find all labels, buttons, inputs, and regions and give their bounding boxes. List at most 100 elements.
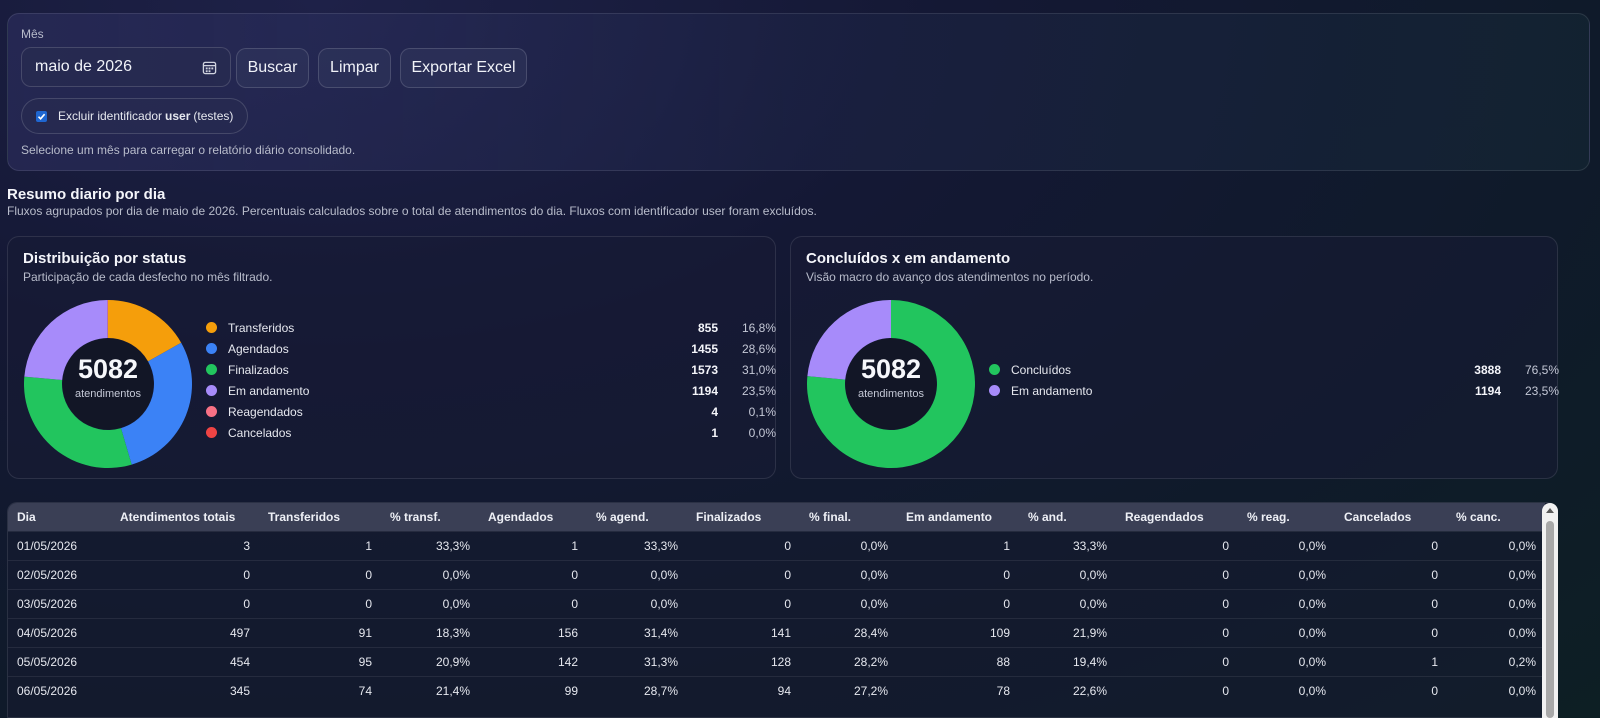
status-card-title: Distribuição por status (23, 250, 187, 267)
table-body: 01/05/2026 3 1 33,3% 1 33,3% 0 0,0% 1 33,3% 0 0,0% 0… (8, 531, 1545, 705)
month-input[interactable]: maio de 2026 (21, 47, 231, 87)
table-cell: 0,0% (1298, 654, 1326, 669)
table-cell: 21,9% (1072, 625, 1107, 640)
scroll-up-icon[interactable] (1546, 508, 1554, 513)
legend-percent: 76,5% (1524, 362, 1559, 377)
legend-dot-icon (206, 427, 217, 438)
table-row: 02/05/2026 0 0 0,0% 0 0,0% 0 0,0% 0 0,0% 0 0,0% 0 0,0… (8, 560, 1545, 589)
column-header[interactable]: Em andamento (897, 503, 1019, 531)
column-header[interactable]: Agendados (479, 503, 587, 531)
clear-button[interactable]: Limpar (318, 48, 391, 88)
legend-item: Transferidos 855 16,8% (206, 317, 776, 338)
daily-table-container: Dia Atendimentos totais Transferidos% tran… (7, 502, 1557, 718)
column-header[interactable]: % reag. (1238, 503, 1335, 531)
table-cell: 0,0% (1508, 567, 1536, 582)
legend-dot-icon (206, 364, 217, 375)
table-cell: 33,3% (1072, 538, 1107, 553)
table-row: 04/05/2026 497 91 18,3% 156 31,4% 141 28,4% 109 2… (8, 618, 1545, 647)
table-cell: 0,0% (1508, 683, 1536, 698)
status-distribution-card: Distribuição por status Participação de … (7, 236, 776, 479)
table-cell: 0,0% (650, 567, 678, 582)
table-cell: 31,4% (643, 625, 678, 640)
status-total: 5082 (77, 354, 139, 384)
table-cell: 95 (358, 654, 372, 669)
table-cell: 0 (1222, 538, 1229, 553)
exclude-user-toggle[interactable]: Excluir identificador user (testes) (21, 98, 248, 134)
export-excel-button[interactable]: Exportar Excel (400, 48, 527, 88)
table-cell: 0 (1003, 567, 1010, 582)
legend-dot-icon (206, 322, 217, 333)
table-cell: 0 (243, 567, 250, 582)
table-cell: 74 (358, 683, 372, 698)
check-icon (37, 113, 46, 120)
legend-percent: 23,5% (741, 383, 776, 398)
table-cell: 0 (784, 596, 791, 611)
progress-card-subtitle: Visão macro do avanço dos atendimentos n… (806, 270, 1094, 284)
table-cell: 142 (557, 654, 578, 669)
table-cell: 0 (365, 567, 372, 582)
column-header[interactable]: Cancelados (1335, 503, 1447, 531)
table-row: 05/05/2026 454 95 20,9% 142 31,3% 128 28,2% 88 19… (8, 647, 1545, 676)
progress-card-title: Concluídos x em andamento (806, 250, 1011, 267)
month-label: Mês (21, 27, 44, 41)
section-title: Resumo diario por dia (7, 186, 166, 203)
column-header[interactable]: % agend. (587, 503, 687, 531)
table-cell: 94 (777, 683, 791, 698)
table-cell: 21,4% (435, 683, 470, 698)
table-cell: 128 (770, 654, 791, 669)
exclude-user-bold: user (165, 109, 191, 123)
column-header[interactable]: Reagendados (1116, 503, 1238, 531)
table-cell: 497 (229, 625, 250, 640)
legend-item: Em andamento 1194 23,5% (989, 380, 1559, 401)
search-button[interactable]: Buscar (236, 48, 309, 88)
table-cell: 156 (557, 625, 578, 640)
column-header[interactable]: Finalizados (687, 503, 800, 531)
table-cell: 1 (1431, 654, 1438, 669)
scrollbar-thumb[interactable] (1546, 521, 1554, 718)
legend-count: 1455 (691, 341, 718, 356)
column-header[interactable]: Atendimentos totais (111, 503, 259, 531)
table-cell: 0,0% (1298, 538, 1326, 553)
column-header[interactable]: % transf. (381, 503, 479, 531)
table-cell: 0,0% (650, 596, 678, 611)
table-scrollbar[interactable] (1542, 503, 1558, 718)
table-cell: 0 (1431, 538, 1438, 553)
table-cell: 0,0% (860, 538, 888, 553)
table-cell: 0 (571, 596, 578, 611)
legend-dot-icon (206, 343, 217, 354)
table-cell: 0 (1222, 683, 1229, 698)
table-cell: 0 (1431, 683, 1438, 698)
table-cell: 0 (571, 567, 578, 582)
legend-percent: 16,8% (741, 320, 776, 335)
table-cell: 0 (1222, 654, 1229, 669)
table-cell: 99 (564, 683, 578, 698)
table-cell: 0,0% (1298, 596, 1326, 611)
legend-item: Em andamento 1194 23,5% (206, 380, 776, 401)
legend-count: 1 (711, 425, 718, 440)
column-header[interactable]: % and. (1019, 503, 1116, 531)
legend-count: 1573 (691, 362, 718, 377)
table-cell: 0 (243, 596, 250, 611)
table-cell: 33,3% (435, 538, 470, 553)
legend-item: Finalizados 1573 31,0% (206, 359, 776, 380)
filter-hint: Selecione um mês para carregar o relatór… (21, 143, 356, 157)
legend-name: Em andamento (228, 383, 310, 398)
legend-item: Reagendados 4 0,1% (206, 401, 776, 422)
table-cell: 141 (770, 625, 791, 640)
table-cell: 05/05/2026 (17, 654, 78, 669)
calendar-icon[interactable] (202, 60, 217, 75)
table-cell: 1 (365, 538, 372, 553)
table-cell: 0,0% (1508, 596, 1536, 611)
legend-count: 1194 (1474, 383, 1501, 398)
table-row: 06/05/2026 345 74 21,4% 99 28,7% 94 27,2% 78 22,6… (8, 676, 1545, 705)
column-header[interactable]: Dia (8, 503, 111, 531)
legend-dot-icon (206, 385, 217, 396)
exclude-user-checkbox[interactable] (36, 110, 47, 122)
legend-percent: 28,6% (741, 341, 776, 356)
legend-name: Cancelados (228, 425, 292, 440)
column-header[interactable]: % final. (800, 503, 897, 531)
section-subtitle: Fluxos agrupados por dia de maio de 2026… (7, 204, 817, 218)
column-header[interactable]: Transferidos (259, 503, 381, 531)
column-header[interactable]: % canc. (1447, 503, 1545, 531)
table-cell: 0 (784, 567, 791, 582)
